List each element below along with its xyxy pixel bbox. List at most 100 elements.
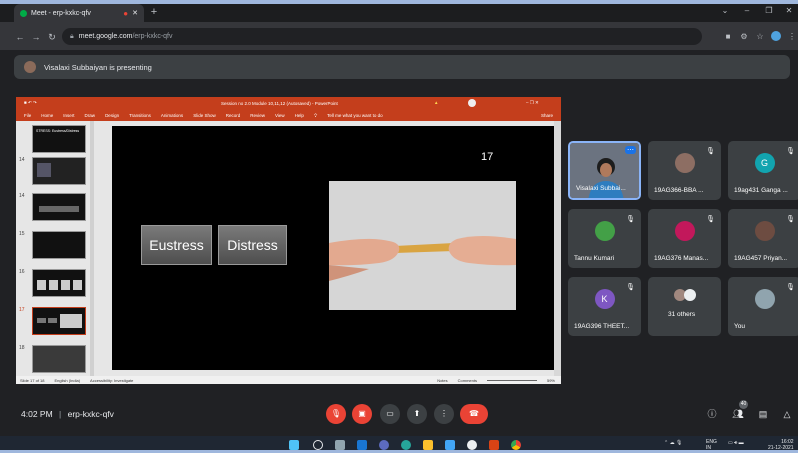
people-count-badge: 40 — [739, 400, 748, 409]
thumb-number: 15 — [19, 231, 25, 237]
new-tab-button[interactable]: + — [148, 6, 160, 18]
url-host: meet.google.com — [78, 33, 133, 40]
participant-avatar: K — [594, 289, 615, 309]
slide-thumbnails: STRESS: Eustress/Distress 14 14 15 16 17 — [16, 121, 96, 376]
profile-icon[interactable] — [770, 31, 782, 43]
ppt-statusbar: Slide 17 of 18 English (India) Accessibi… — [16, 376, 561, 384]
camera-in-use-icon[interactable]: ■ — [722, 31, 734, 43]
presenter-avatar — [24, 61, 36, 73]
camera-off-button[interactable]: ▣ — [352, 404, 372, 424]
others-count: 31 others — [668, 311, 696, 318]
ppt-menu-animations: Animations — [160, 113, 184, 118]
ppt-titlebar: ■ ↶ ↷ Session no 2.0 Module 10,11,12 (Au… — [16, 97, 561, 110]
present-button[interactable]: ⬆ — [407, 404, 427, 424]
tab-search-icon[interactable]: ⌄ — [716, 6, 734, 18]
thumbnail-image — [32, 345, 86, 373]
current-time: 4:02 PM — [21, 409, 53, 419]
distress-box: Distress — [218, 225, 287, 265]
participant-tile[interactable]: 🎙︎ 19AG457 Priyan... — [728, 209, 798, 268]
current-slide: 17 Eustress Distress — [112, 126, 554, 370]
powerpoint-icon[interactable] — [489, 440, 499, 450]
ppt-menu-file: File — [24, 113, 32, 118]
participant-avatar: G — [754, 153, 775, 173]
participant-avatar — [674, 153, 695, 173]
browser-tab[interactable]: Meet - erp-kxkc-qfv ● ✕ — [14, 4, 144, 22]
language-indicator[interactable]: ENG IN — [706, 439, 717, 451]
thumb-number: 16 — [19, 269, 25, 275]
extensions-icon[interactable]: ⚙ — [738, 31, 750, 43]
ppt-menu-home: Home — [41, 113, 54, 118]
chrome-icon[interactable] — [511, 440, 521, 450]
start-icon[interactable] — [289, 440, 299, 450]
thumbnail: 14 — [19, 157, 91, 185]
save-icon: ■ ↶ ↷ — [24, 100, 37, 105]
close-window-button[interactable]: ✕ — [780, 6, 798, 18]
back-icon[interactable]: ← — [14, 31, 26, 43]
recording-dot-icon: ● — [123, 8, 129, 18]
minimize-button[interactable]: – — [738, 6, 756, 18]
file-explorer-icon[interactable] — [423, 440, 433, 450]
edge-icon[interactable] — [401, 440, 411, 450]
restore-button[interactable]: ❐ — [760, 6, 778, 18]
mic-off-icon: 🎙︎ — [786, 216, 795, 223]
thumbnail-image — [32, 307, 86, 335]
thumb-scrollbar — [90, 121, 94, 376]
bookmark-star-icon[interactable]: ☆ — [754, 31, 766, 43]
mic-off-icon: 🎙︎ — [786, 284, 795, 291]
more-options-button[interactable]: ⋮ — [434, 404, 454, 424]
ppt-menu-review: Review — [250, 113, 265, 118]
self-tile[interactable]: 🎙︎ You — [728, 277, 798, 336]
tray-icons[interactable]: ⌃ ☁ 🎙︎ — [664, 440, 682, 446]
thumbnail: 15 — [19, 231, 91, 259]
ppt-menu-transitions: Transitions — [129, 113, 151, 118]
search-icon[interactable] — [313, 440, 323, 450]
menu-kebab-icon[interactable]: ⋮ — [786, 31, 798, 43]
url-path: /erp-kxkc-qfv — [132, 33, 173, 40]
reload-icon[interactable]: ↻ — [46, 31, 58, 43]
lightbulb-icon: 💡︎ — [313, 113, 318, 118]
meeting-code: erp-kxkc-qfv — [67, 409, 114, 419]
participant-tile[interactable]: 🎙︎ G 19ag431 Ganga ... — [728, 141, 798, 200]
ppt-title: Session no 2.0 Module 10,11,12 (Autosave… — [221, 101, 338, 106]
leave-call-button[interactable]: ☎ — [460, 404, 488, 424]
tell-me-box: Tell me what you want to do — [327, 113, 383, 118]
status-comments: Comments — [457, 377, 477, 383]
mic-off-button[interactable]: 🎙︎ — [326, 404, 346, 424]
url-bar[interactable]: 🔒︎ meet.google.com/erp-kxkc-qfv — [62, 28, 702, 45]
eustress-box: Eustress — [141, 225, 212, 265]
participant-avatar — [754, 221, 775, 241]
activities-icon[interactable]: △ — [780, 407, 794, 421]
thumbnail-image — [32, 231, 86, 259]
participant-tile[interactable]: ⋯ Visalaxi Subbai... — [568, 141, 641, 200]
forward-icon[interactable]: → — [30, 31, 42, 43]
participant-tile[interactable]: 🎙︎ 19AG376 Manas... — [648, 209, 721, 268]
meeting-details-icon[interactable]: ⓘ — [705, 407, 719, 421]
mic-off-icon: 🎙︎ — [626, 216, 635, 223]
participant-avatar — [594, 221, 615, 241]
ppt-menu-view: View — [274, 113, 285, 118]
participant-name: 19AG366-BBA ... — [654, 187, 704, 194]
app-icon[interactable] — [467, 440, 477, 450]
meet-favicon-icon — [20, 9, 27, 17]
participant-tile[interactable]: 🎙︎ K 19AG396 THEET... — [568, 277, 641, 336]
participant-tile[interactable]: 🎙︎ 19AG366-BBA ... — [648, 141, 721, 200]
mic-off-icon: 🎙︎ — [626, 284, 635, 291]
mail-icon[interactable] — [445, 440, 455, 450]
mic-off-icon: 🎙︎ — [786, 148, 795, 155]
network-volume-icons[interactable]: ▭ 🔊︎ ▬ — [728, 440, 744, 446]
teams-icon[interactable] — [379, 440, 389, 450]
tile-options-icon[interactable]: ⋯ — [625, 146, 636, 154]
others-tile[interactable]: 31 others — [648, 277, 721, 336]
task-view-icon[interactable] — [335, 440, 345, 450]
tab-close-icon[interactable]: ✕ — [132, 9, 138, 17]
chat-icon[interactable]: ▤ — [756, 407, 770, 421]
thumbnail-image — [32, 157, 86, 185]
people-icon[interactable]: 👥︎ — [731, 407, 745, 421]
others-avatar — [684, 289, 696, 301]
captions-button[interactable]: ▭ — [380, 404, 400, 424]
thumbnail: 16 — [19, 269, 91, 297]
participant-tile[interactable]: 🎙︎ Tannu Kumari — [568, 209, 641, 268]
clock[interactable]: 16:02 21-12-2021 — [768, 439, 794, 451]
widgets-icon[interactable] — [357, 440, 367, 450]
mic-off-icon: 🎙︎ — [706, 216, 715, 223]
